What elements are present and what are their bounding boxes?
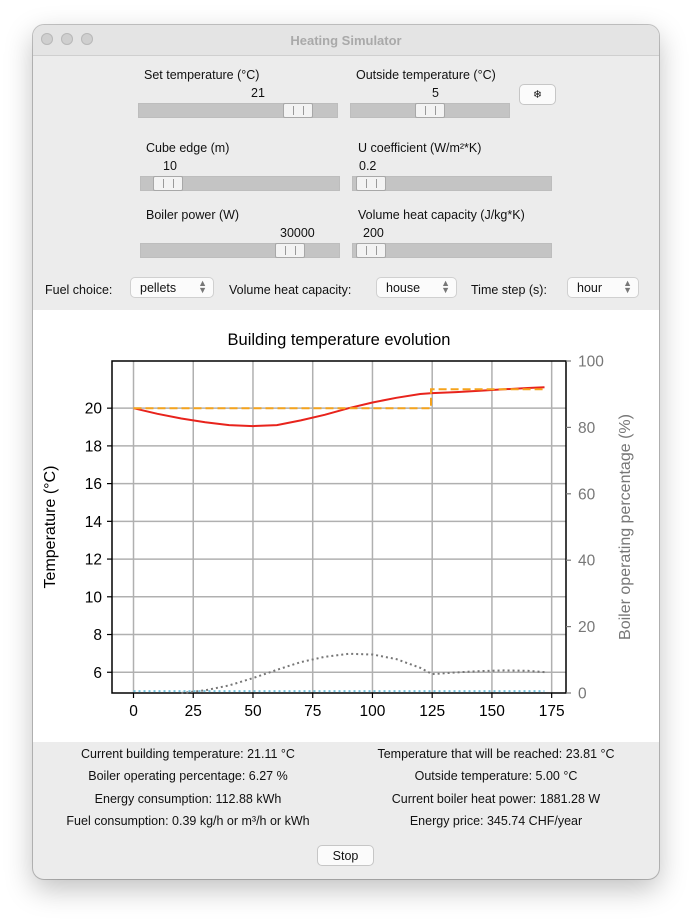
cube-edge-label: Cube edge (m) <box>146 141 230 155</box>
boiler-power-label: Boiler power (W) <box>146 208 240 222</box>
snowflake-icon: ❄ <box>532 89 543 101</box>
y-tick-label: 14 <box>85 514 103 531</box>
fuel-consumption-text: Fuel consumption: 0.39 kg/h or m³/h or k… <box>66 814 310 828</box>
set-temperature-slider-thumb[interactable] <box>283 103 313 118</box>
boiler-heat-power-text: Current boiler heat power: 1881.28 W <box>391 792 601 806</box>
plot-area: Building temperature evolution 0 25 50 75 100… <box>33 310 659 742</box>
x-tick-label: 25 <box>185 703 202 720</box>
y2-tick-label: 80 <box>578 420 596 437</box>
y-tick-label: 10 <box>85 589 103 606</box>
y2-tick-label: 0 <box>578 686 587 703</box>
boiler-power-slider[interactable] <box>140 243 340 258</box>
y-tick-label: 8 <box>93 627 102 644</box>
time-step-select[interactable]: hour ▲ ▼ <box>567 277 639 298</box>
volume-heat-capacity-label: Volume heat capacity (J/kg*K) <box>358 208 525 222</box>
y-tick-label: 16 <box>85 476 102 493</box>
cube-edge-value: 10 <box>163 159 177 173</box>
energy-price-text: Energy price: 345.74 CHF/year <box>409 814 583 828</box>
volume-heat-capacity-select-value: house <box>386 281 421 295</box>
u-coefficient-slider[interactable] <box>352 176 552 191</box>
outside-temperature-label: Outside temperature (°C) <box>356 68 496 82</box>
cube-edge-slider-thumb[interactable] <box>153 176 183 191</box>
boiler-power-value: 30000 <box>280 226 315 240</box>
title-bar: Heating Simulator <box>33 25 659 56</box>
boiler-power-slider-thumb[interactable] <box>275 243 305 258</box>
fuel-choice-value: pellets <box>140 281 177 295</box>
series-line-1 <box>133 386 545 428</box>
x-tick-label: 150 <box>479 703 505 720</box>
chevron-updown-icon: ▲ ▼ <box>441 278 450 295</box>
outside-temperature-text: Outside temperature: 5.00 °C <box>414 769 578 783</box>
x-tick-label: 175 <box>539 703 565 720</box>
volume-heat-capacity-slider-thumb[interactable] <box>356 243 386 258</box>
current-building-temperature-text: Current building temperature: 21.11 °C <box>81 747 295 761</box>
set-temperature-label: Set temperature (°C) <box>144 68 260 82</box>
x-tick-label: 125 <box>419 703 445 720</box>
boiler-operating-percentage-text: Boiler operating percentage: 6.27 % <box>88 769 288 783</box>
y2-tick-label: 100 <box>578 354 604 371</box>
outside-temperature-slider-thumb[interactable] <box>415 103 445 118</box>
volume-heat-capacity-select-label: Volume heat capacity: <box>229 283 352 297</box>
fuel-choice-label: Fuel choice: <box>45 283 113 297</box>
y-tick-label: 12 <box>85 552 102 569</box>
snowflake-button[interactable]: ❄ <box>519 84 556 105</box>
y2-tick-label: 40 <box>578 553 596 570</box>
x-tick-label: 0 <box>129 703 138 720</box>
outside-temperature-slider[interactable] <box>350 103 510 118</box>
outside-temperature-value: 5 <box>432 86 439 100</box>
time-step-label: Time step (s): <box>471 283 547 297</box>
cube-edge-slider[interactable] <box>140 176 340 191</box>
x-tick-label: 75 <box>304 703 321 720</box>
time-step-value: hour <box>577 281 603 295</box>
set-temperature-value: 21 <box>251 86 265 100</box>
stop-button[interactable]: Stop <box>317 845 374 866</box>
set-temperature-slider[interactable] <box>138 103 338 118</box>
volume-heat-capacity-select[interactable]: house ▲ ▼ <box>376 277 457 298</box>
temperature-reached-text: Temperature that will be reached: 23.81 … <box>377 747 615 761</box>
series-line-4 <box>181 652 545 694</box>
y2-axis-label: Boiler operating percentage (%) <box>617 414 634 640</box>
chevron-updown-icon: ▲ ▼ <box>623 278 632 295</box>
chevron-updown-icon: ▲ ▼ <box>198 278 207 295</box>
y2-tick-label: 20 <box>578 619 596 636</box>
energy-consumption-text: Energy consumption: 112.88 kWh <box>94 792 282 806</box>
heating-simulator-window: Heating Simulator Set temperature (°C) 2… <box>33 25 659 879</box>
y-tick-label: 6 <box>93 665 102 682</box>
x-tick-label: 50 <box>244 703 262 720</box>
fuel-choice-select[interactable]: pellets ▲ ▼ <box>130 277 214 298</box>
window-title: Heating Simulator <box>290 33 402 48</box>
u-coefficient-label: U coefficient (W/m²*K) <box>358 141 482 155</box>
y-tick-label: 20 <box>85 401 103 418</box>
volume-heat-capacity-value: 200 <box>363 226 384 240</box>
temperature-chart: Building temperature evolution0 25 50 75 100… <box>42 331 634 720</box>
series-line-2 <box>133 388 545 410</box>
u-coefficient-value: 0.2 <box>359 159 377 173</box>
y-tick-label: 18 <box>85 438 102 455</box>
x-tick-label: 100 <box>360 703 386 720</box>
chart-title: Building temperature evolution <box>228 331 451 349</box>
volume-heat-capacity-slider[interactable] <box>352 243 552 258</box>
y2-tick-label: 60 <box>578 486 596 503</box>
y-axis-label: Temperature (°C) <box>42 466 59 589</box>
u-coefficient-slider-thumb[interactable] <box>356 176 386 191</box>
